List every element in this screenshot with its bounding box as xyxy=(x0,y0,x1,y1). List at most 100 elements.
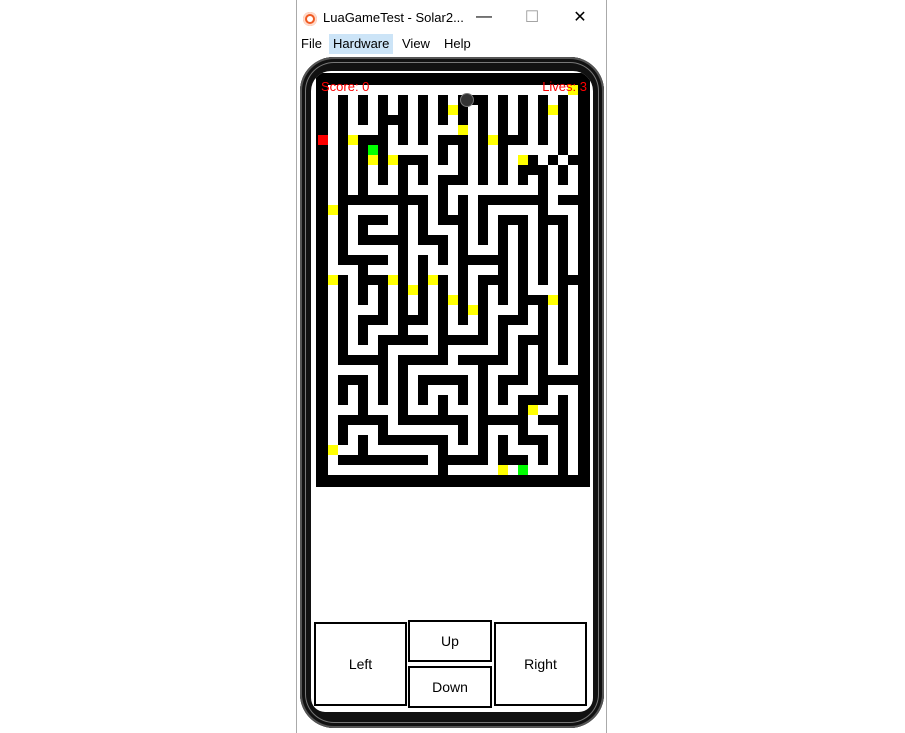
maze-path xyxy=(508,155,518,165)
maze-path xyxy=(548,225,558,235)
maze-path xyxy=(408,125,418,135)
maze-path xyxy=(368,295,378,305)
maze-path xyxy=(468,325,478,335)
maze-path xyxy=(328,395,338,405)
maze-path xyxy=(388,295,398,305)
maze-path xyxy=(388,325,398,335)
maze-path xyxy=(528,115,538,125)
maze-path xyxy=(548,115,558,125)
maze-path xyxy=(568,395,578,405)
maze-path xyxy=(448,245,458,255)
maze-path xyxy=(508,305,518,315)
maze-path xyxy=(418,245,428,255)
maze-path xyxy=(488,245,498,255)
maze-path xyxy=(448,85,458,95)
maze-path xyxy=(448,445,458,455)
maze-path xyxy=(428,295,438,305)
maze-path xyxy=(388,125,398,135)
coin-tile xyxy=(448,295,458,305)
maze-path xyxy=(478,185,488,195)
maze-path xyxy=(428,255,438,265)
maze-path xyxy=(448,265,458,275)
maze-path xyxy=(468,275,478,285)
minimize-button[interactable]: — xyxy=(467,4,501,30)
maze-path xyxy=(368,425,378,435)
maze-path xyxy=(378,245,388,255)
maze-path xyxy=(358,205,368,215)
maze-path xyxy=(458,325,468,335)
maze-path xyxy=(438,265,448,275)
maze-path xyxy=(508,405,518,415)
maze-path xyxy=(548,125,558,135)
maze-path xyxy=(428,165,438,175)
maze-path xyxy=(568,205,578,215)
down-button[interactable]: Down xyxy=(408,666,492,708)
maze-path xyxy=(438,365,448,375)
maze-path xyxy=(528,255,538,265)
maze-path xyxy=(528,345,538,355)
maze-path xyxy=(488,375,498,385)
maze-path xyxy=(448,125,458,135)
maze-path xyxy=(448,435,458,445)
maze-path xyxy=(428,405,438,415)
maze-path xyxy=(568,245,578,255)
coin-tile xyxy=(408,285,418,295)
maze-path xyxy=(388,395,398,405)
maze-path xyxy=(388,135,398,145)
maze-path xyxy=(348,175,358,185)
maze-path xyxy=(548,135,558,145)
maze-path xyxy=(378,225,388,235)
goal-tile xyxy=(518,465,528,475)
maze-path xyxy=(358,465,368,475)
maze-path xyxy=(348,215,358,225)
coin-tile xyxy=(348,135,358,145)
maze-path xyxy=(498,205,508,215)
maze-path xyxy=(408,145,418,155)
menu-file[interactable]: File xyxy=(297,34,326,54)
maze-path xyxy=(548,395,558,405)
maze-path xyxy=(428,305,438,315)
maze-path xyxy=(548,385,558,395)
maze-path xyxy=(438,425,448,435)
maze-path xyxy=(368,405,378,415)
left-button[interactable]: Left xyxy=(314,622,407,706)
maze-path xyxy=(328,295,338,305)
maze-path xyxy=(548,245,558,255)
maze-path xyxy=(428,195,438,205)
maze-path xyxy=(468,235,478,245)
maze-path xyxy=(428,95,438,105)
maze-path xyxy=(388,445,398,455)
maze-path xyxy=(418,465,428,475)
maze-path xyxy=(488,125,498,135)
maze-path xyxy=(448,285,458,295)
maze-path xyxy=(368,175,378,185)
maze-path xyxy=(328,255,338,265)
maze-path xyxy=(508,255,518,265)
maze-path xyxy=(348,405,358,415)
right-button[interactable]: Right xyxy=(494,622,587,706)
menu-hardware[interactable]: Hardware xyxy=(329,34,394,54)
maze-path xyxy=(388,405,398,415)
maze-path xyxy=(388,285,398,295)
title-bar[interactable]: LuaGameTest - Solar2... — ☐ ✕ xyxy=(297,0,606,34)
maze-path xyxy=(328,405,338,415)
maze-path xyxy=(368,115,378,125)
close-button[interactable]: ✕ xyxy=(563,4,597,30)
menu-help[interactable]: Help xyxy=(440,34,475,54)
maze-path xyxy=(538,405,548,415)
menu-view[interactable]: View xyxy=(398,34,434,54)
maze-path xyxy=(418,185,428,195)
maximize-button[interactable]: ☐ xyxy=(515,4,549,30)
maze-path xyxy=(528,95,538,105)
maze-path xyxy=(448,385,458,395)
maze-path xyxy=(428,145,438,155)
maze-path xyxy=(488,145,498,155)
maze-path xyxy=(408,205,418,215)
maze-path xyxy=(478,345,488,355)
maze-path xyxy=(488,205,498,215)
maze-path xyxy=(348,205,358,215)
maze-path xyxy=(388,85,398,95)
maze-path xyxy=(408,265,418,275)
maze-path xyxy=(448,255,458,265)
up-button[interactable]: Up xyxy=(408,620,492,662)
